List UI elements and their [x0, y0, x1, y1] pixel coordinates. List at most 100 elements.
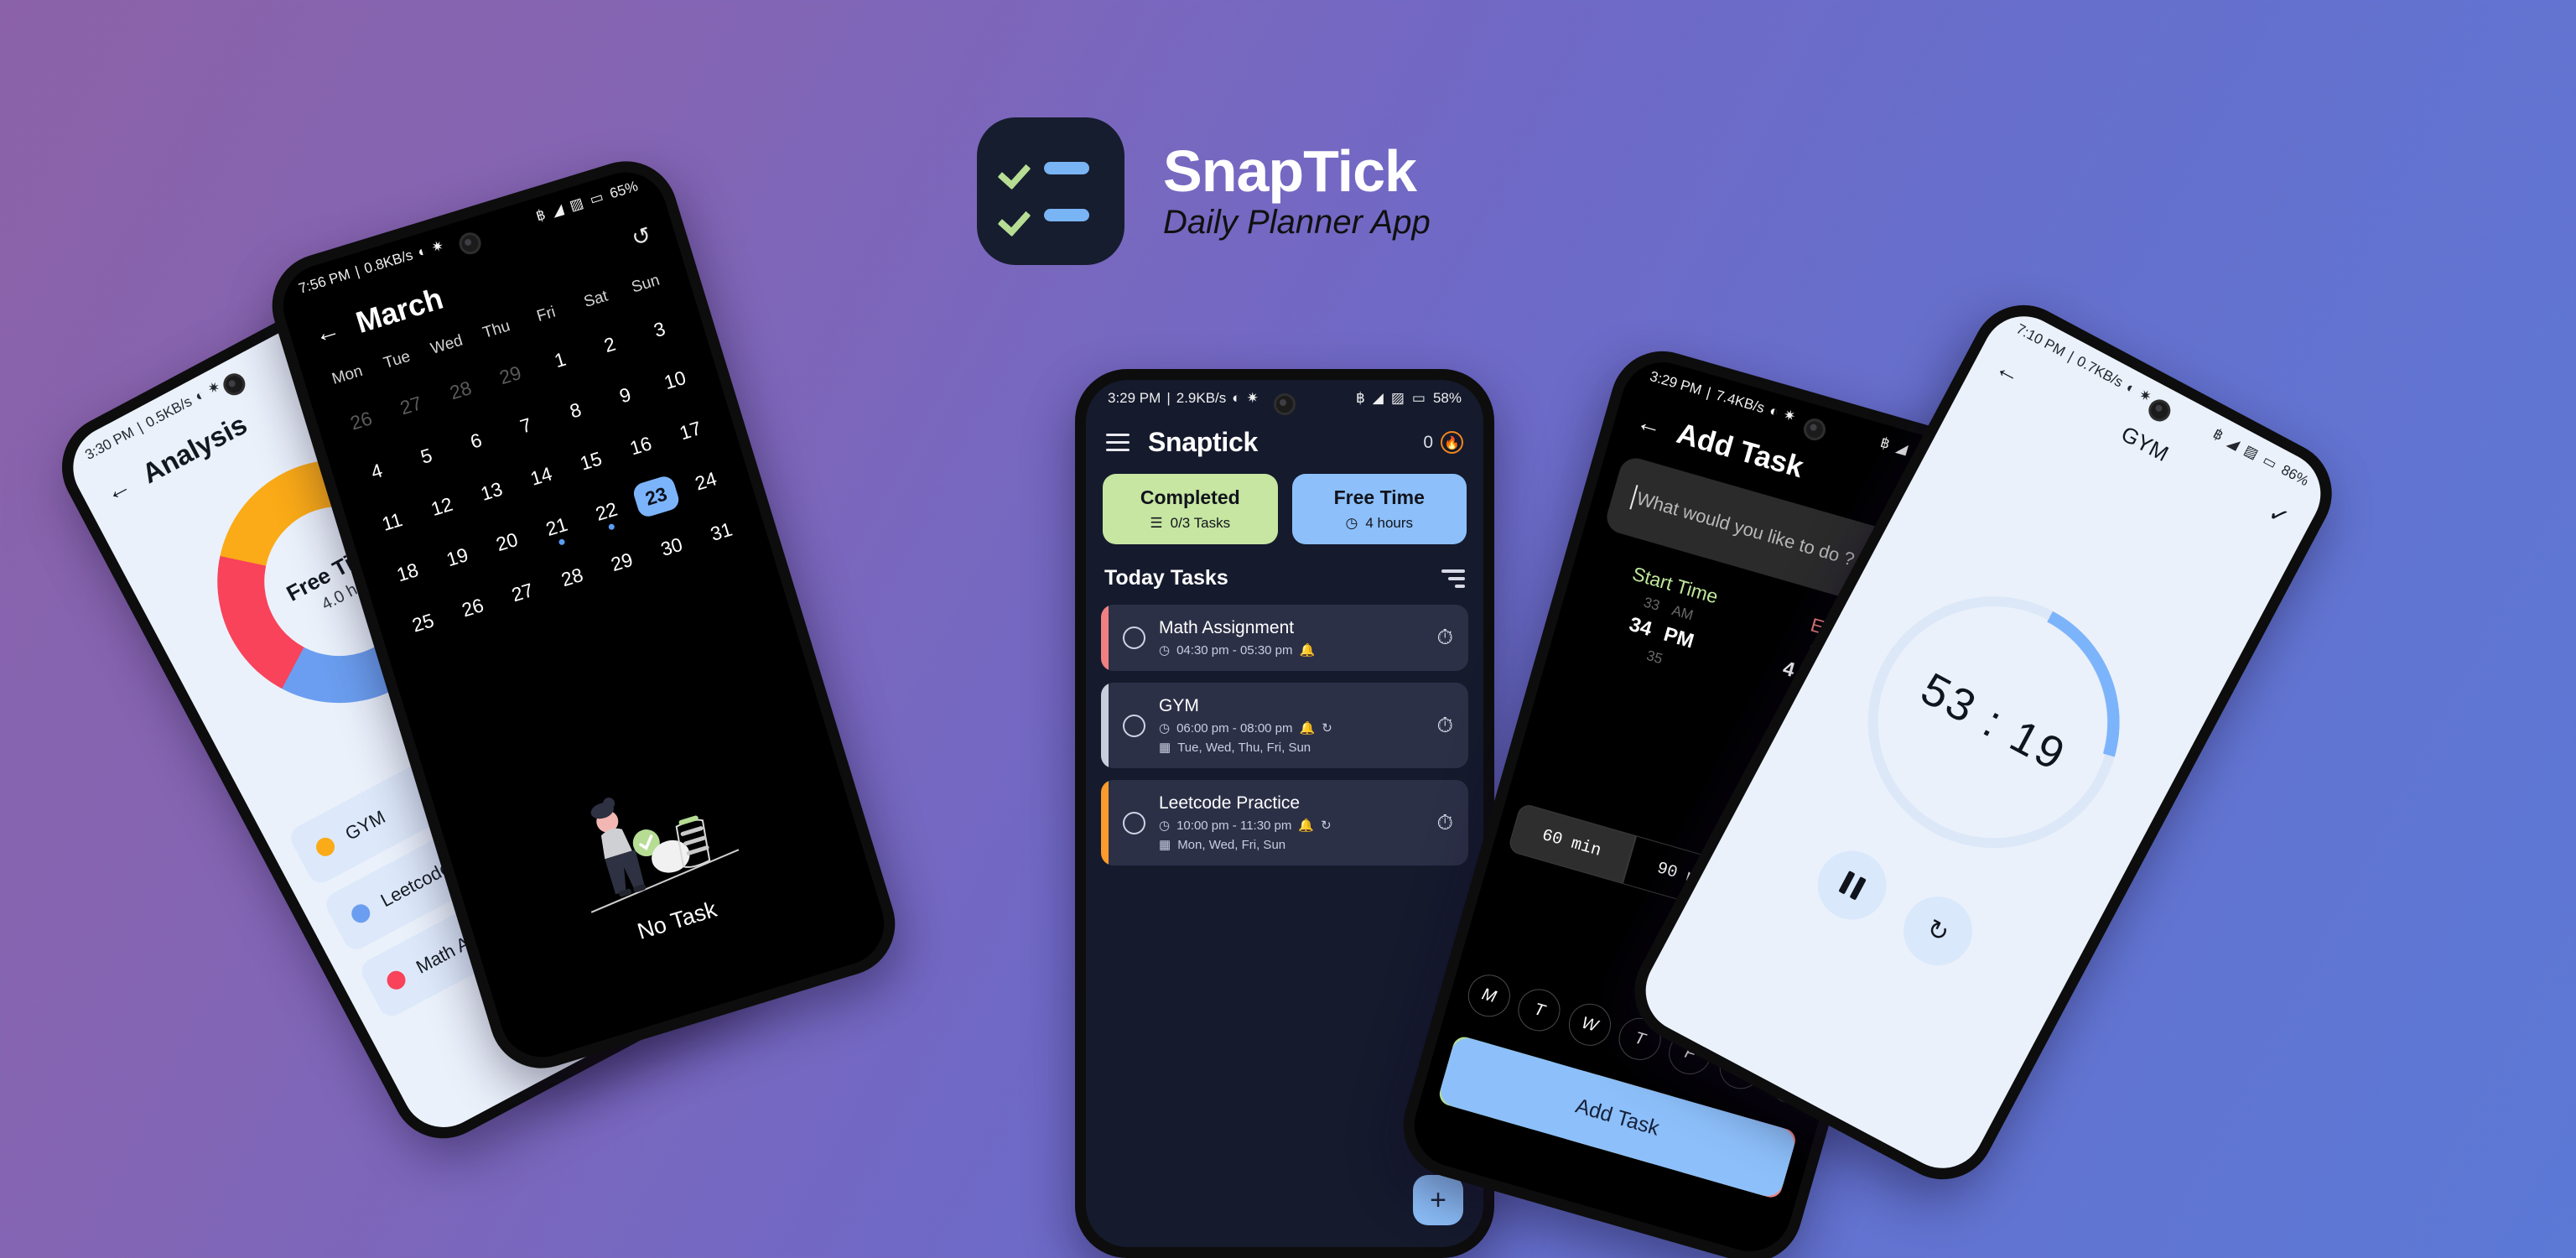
- circle-checkbox-icon[interactable]: [1123, 626, 1145, 649]
- add-task-fab[interactable]: +: [1413, 1175, 1463, 1225]
- status-right: ฿ ◢ ▨ ▭ 58%: [1356, 390, 1462, 407]
- brand-header: SnapTick Daily Planner App: [977, 117, 1431, 265]
- list-icon: ☰: [1150, 515, 1163, 531]
- calendar-day-number: 17: [677, 417, 704, 444]
- task-row[interactable]: GYM ◷ 06:00 pm - 08:00 pm 🔔 ↻ ▦ Tue, Wed, Thu,…: [1101, 683, 1468, 768]
- calendar-day-number: 23: [631, 474, 682, 519]
- weekday-circle[interactable]: T: [1513, 984, 1566, 1037]
- bluetooth-icon: ฿: [1355, 390, 1365, 406]
- stopwatch-icon[interactable]: ⏱: [1436, 626, 1453, 650]
- legend-color-dot: [383, 967, 409, 993]
- back-arrow-icon[interactable]: ←: [1633, 408, 1665, 441]
- weekday-circle[interactable]: M: [1462, 969, 1515, 1022]
- check-icon: [1002, 200, 1031, 229]
- back-arrow-icon[interactable]: ←: [311, 315, 343, 349]
- back-arrow-icon[interactable]: ←: [101, 471, 136, 507]
- streak-badge[interactable]: 0 🔥: [1423, 431, 1463, 454]
- calendar-day-number: 11: [379, 508, 405, 535]
- task-row[interactable]: Leetcode Practice ◷ 10:00 pm - 11:30 pm 🔔 ↻ ▦…: [1101, 780, 1468, 866]
- stopwatch-icon[interactable]: ⏱: [1436, 811, 1453, 835]
- calendar-day-number: 9: [616, 382, 634, 408]
- clock-icon: ◐: [415, 242, 429, 261]
- stat-title: Free Time: [1333, 486, 1425, 508]
- stat-title: Completed: [1140, 486, 1240, 508]
- section-header: Today Tasks: [1104, 566, 1465, 590]
- calendar-day-number: 14: [527, 462, 555, 490]
- task-time: 04:30 pm - 05:30 pm: [1176, 642, 1293, 658]
- stopwatch-icon[interactable]: ⏱: [1436, 714, 1453, 738]
- clock-icon: ◐: [2123, 379, 2139, 398]
- app-title: SnapTick: [1163, 138, 1417, 204]
- repeat-icon: ↻: [1321, 819, 1332, 833]
- calendar-day-number: 10: [661, 366, 688, 394]
- task-days-row: ▦ Tue, Wed, Thu, Fri, Sun: [1159, 740, 1423, 756]
- battery-icon: ▭: [2260, 451, 2280, 473]
- calendar-day-number: 30: [657, 533, 685, 560]
- weekday-circle[interactable]: W: [1563, 998, 1616, 1051]
- battery-icon: ▭: [587, 188, 605, 208]
- battery-percent: 86%: [2278, 461, 2312, 490]
- task-time-row: ◷ 10:00 pm - 11:30 pm 🔔 ↻: [1159, 818, 1423, 834]
- bluetooth-icon: ฿: [2210, 425, 2226, 444]
- streak-count: 0: [1423, 432, 1433, 452]
- stat-value: 0/3 Tasks: [1170, 515, 1231, 531]
- calendar-day-number: 13: [478, 477, 506, 505]
- calendar-day-number: 6: [467, 429, 485, 453]
- start-time-picker[interactable]: Start Time 33 AM 34 PM 35: [1562, 548, 1768, 691]
- logo-bar: [1044, 161, 1089, 174]
- wifi-icon: ▨: [567, 195, 585, 215]
- circle-checkbox-icon[interactable]: [1123, 811, 1145, 834]
- task-time-row: ◷ 04:30 pm - 05:30 pm 🔔: [1159, 642, 1423, 658]
- calendar-day-number: 5: [418, 444, 435, 468]
- person-with-checkmark-illustration: [590, 798, 740, 913]
- stat-body: ◷ 4 hours: [1345, 515, 1413, 532]
- calendar-day-number: 3: [651, 317, 668, 341]
- meridiem-selected: PM: [1660, 622, 1696, 653]
- stat-card-free-time[interactable]: Free Time ◷ 4 hours: [1291, 474, 1467, 544]
- calendar-day-number: 26: [347, 407, 375, 434]
- plus-icon: +: [1430, 1183, 1446, 1216]
- restart-button[interactable]: ↻: [1891, 884, 1985, 978]
- sort-icon[interactable]: [1441, 569, 1465, 588]
- wifi-icon: ▨: [2241, 441, 2262, 463]
- status-time: 3:29 PM: [1108, 390, 1161, 406]
- battery-percent: 65%: [607, 178, 640, 202]
- signal-icon: ◢: [549, 200, 565, 220]
- calendar-day-number: 20: [493, 528, 521, 556]
- status-time: 3:30 PM: [82, 424, 138, 464]
- history-icon[interactable]: ↺: [629, 221, 655, 252]
- hamburger-menu-icon[interactable]: [1106, 434, 1130, 451]
- calendar-day-number: 1: [551, 347, 569, 372]
- start-time-below: 35: [1644, 647, 1664, 668]
- gear-icon: ✷: [1246, 390, 1259, 406]
- bell-icon: 🔔: [1299, 721, 1316, 736]
- calendar-day-number: 25: [409, 609, 437, 637]
- gear-icon: ✷: [205, 377, 224, 398]
- status-right: ฿ ◢ ▨ ▭ 65%: [534, 178, 640, 225]
- pause-button[interactable]: [1805, 839, 1899, 933]
- calendar-day-number: 22: [593, 497, 621, 525]
- task-row[interactable]: Math Assignment ◷ 04:30 pm - 05:30 pm 🔔 ⏱: [1101, 605, 1468, 671]
- circle-checkbox-icon[interactable]: [1123, 714, 1145, 737]
- calendar-day-number: 21: [543, 512, 570, 540]
- calendar-day-number: 26: [459, 594, 486, 621]
- bell-icon: 🔔: [1299, 643, 1316, 658]
- calendar-day-number: 28: [447, 377, 475, 404]
- status-netspeed: 2.9KB/s: [1176, 390, 1227, 406]
- logo-row: [1002, 153, 1124, 182]
- calendar-day-number: 19: [444, 543, 471, 571]
- priority-stripe: [1101, 683, 1109, 768]
- brand-text: SnapTick Daily Planner App: [1163, 138, 1431, 242]
- section-title: Today Tasks: [1104, 566, 1228, 590]
- check-icon[interactable]: ✓: [2263, 498, 2293, 532]
- calendar-day-number: 27: [508, 579, 537, 606]
- status-netspeed: 7.4KB/s: [1713, 387, 1767, 417]
- clock-icon: ◐: [1232, 390, 1241, 406]
- back-arrow-icon[interactable]: ←: [1991, 353, 2026, 389]
- calendar-day-number: 28: [558, 563, 586, 591]
- clock-icon: ◷: [1159, 643, 1171, 658]
- clock-icon: ◷: [1159, 819, 1171, 833]
- status-netspeed: 0.5KB/s: [143, 392, 195, 431]
- calendar-day-number: 2: [601, 332, 619, 357]
- stat-card-completed[interactable]: Completed ☰ 0/3 Tasks: [1103, 474, 1278, 544]
